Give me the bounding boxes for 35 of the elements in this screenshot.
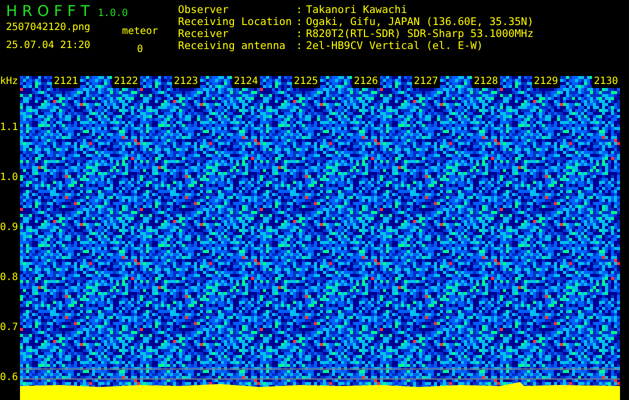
app-logo: H R O F F T	[6, 2, 90, 20]
info-label: Receiving antenna	[178, 40, 286, 52]
info-separator: :	[296, 28, 304, 40]
time-label: 2122	[112, 76, 140, 88]
file-name: 2507042120.png	[6, 22, 92, 35]
date-time: 25.07.04 21:20	[6, 40, 92, 53]
axis-label: 0.8	[0, 272, 20, 284]
info-value: R820T2(RTL-SDR) SDR-Sharp 53.1000MHz	[306, 28, 534, 40]
axis-unit: kHz	[0, 76, 20, 88]
axis-label: 1.0	[0, 172, 20, 184]
axis-label: 0.7	[0, 322, 20, 334]
info-label: Observer	[178, 4, 230, 16]
time-label: 2121	[52, 76, 80, 88]
time-label: 2123	[172, 76, 200, 88]
info-label: Receiving Location	[178, 16, 293, 28]
info-separator: :	[296, 40, 304, 52]
axis-label: 1.1	[0, 122, 20, 134]
time-label: 2129	[532, 76, 560, 88]
time-label: 2125	[292, 76, 320, 88]
time-label: 2127	[412, 76, 440, 88]
meteor-label: meteor	[120, 26, 160, 36]
app-version: 1.0.0	[98, 8, 128, 19]
info-value: 2el-HB9CV Vertical (el. E-W)	[306, 40, 484, 52]
info-value: Ogaki, Gifu, JAPAN (136.60E, 35.35N)	[306, 16, 534, 28]
axis-label: 0.6	[0, 372, 20, 384]
info-separator: :	[296, 16, 304, 28]
time-label: 2124	[232, 76, 260, 88]
info-value: Takanori Kawachi	[306, 4, 408, 16]
info-label: Receiver	[178, 28, 230, 40]
time-label: 2126	[352, 76, 380, 88]
info-separator: :	[296, 4, 304, 16]
axis-label: 0.9	[0, 222, 20, 234]
meteor-count: 0	[136, 44, 144, 54]
time-label: 2130	[592, 76, 620, 88]
time-label: 2128	[472, 76, 500, 88]
